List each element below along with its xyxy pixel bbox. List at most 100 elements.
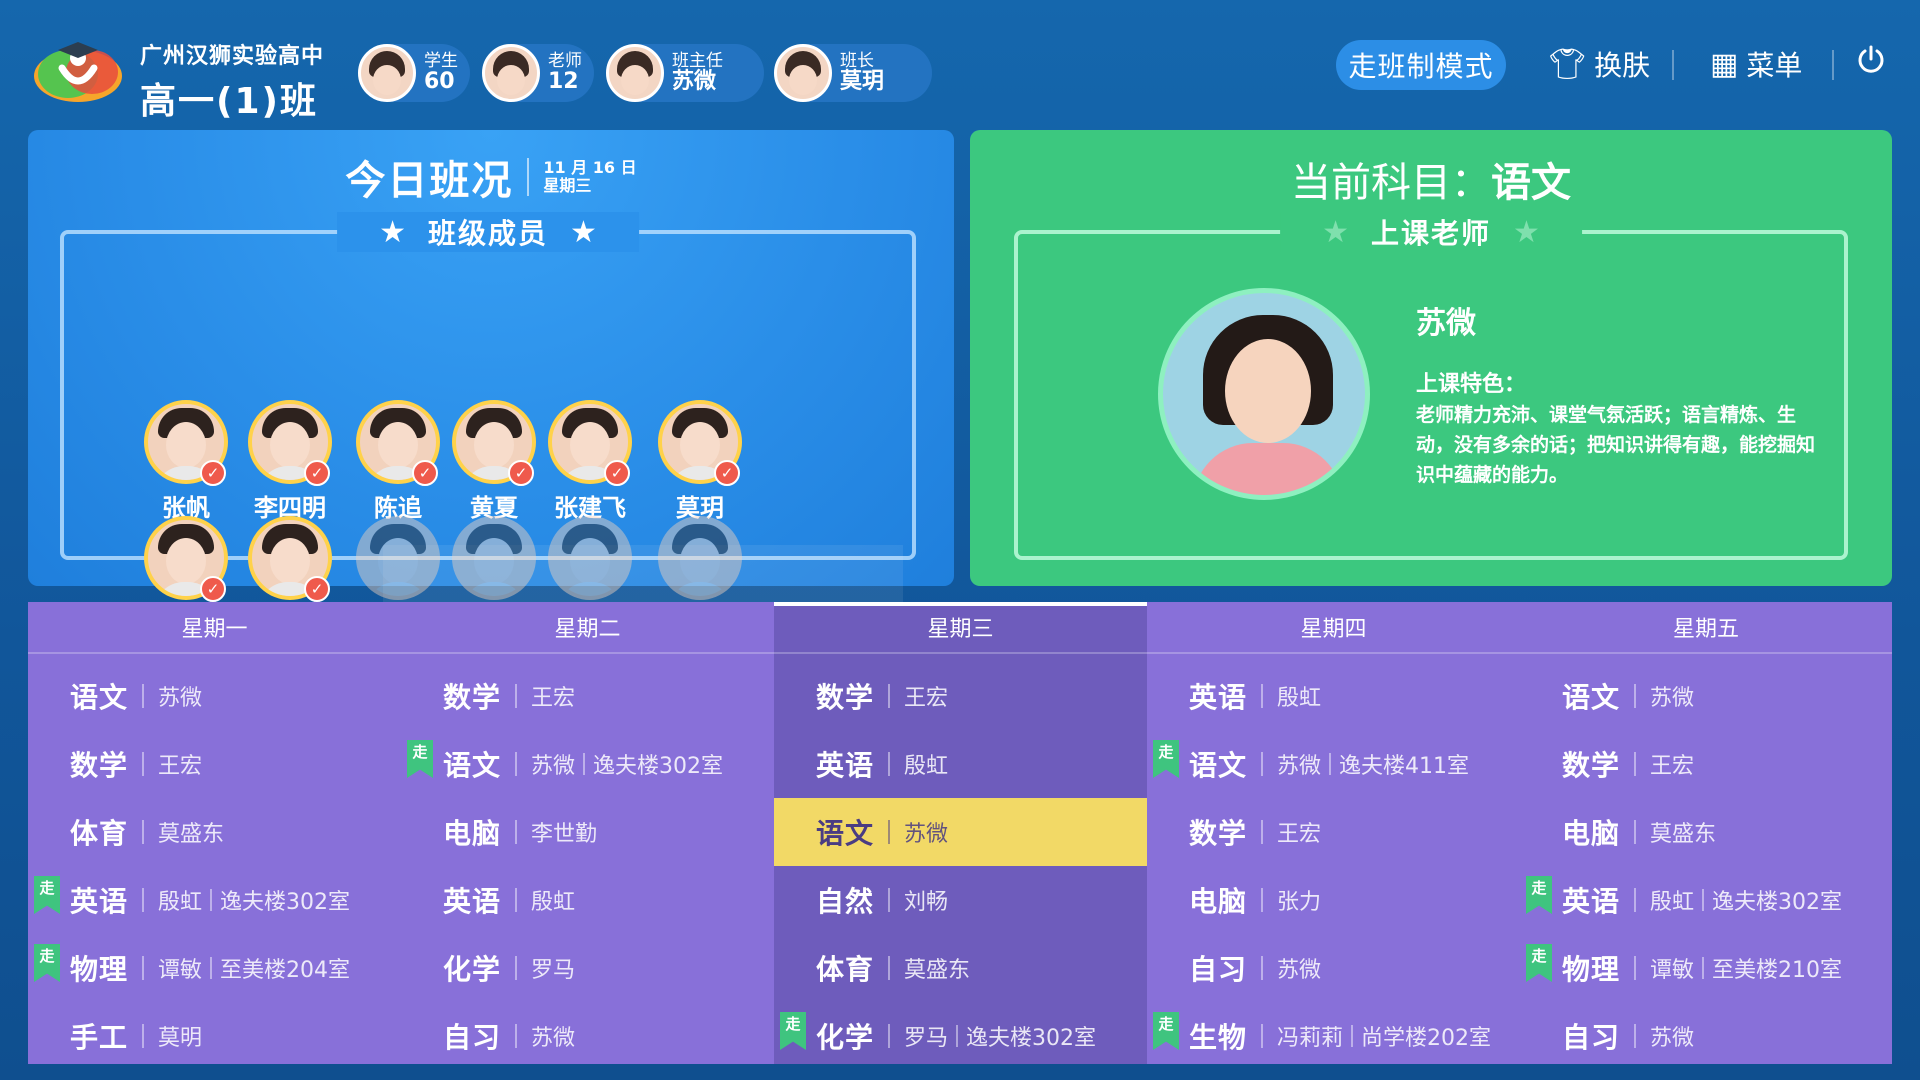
header-divider (1672, 50, 1674, 80)
lesson-subject: 手工 (70, 1021, 129, 1054)
student-count-pill[interactable]: 学生 60 (358, 44, 470, 102)
lesson-row[interactable]: 走物理 谭敏 至美楼204室 (28, 934, 401, 1002)
lesson-subject: 数学 (70, 749, 129, 782)
walk-badge: 走 (780, 1012, 806, 1050)
lesson-subject: 电脑 (443, 817, 502, 850)
lesson-row[interactable]: 走生物 冯莉莉 尚学楼202室 (1147, 1002, 1520, 1070)
head-teacher-pill[interactable]: 班主任 苏微 (606, 44, 764, 102)
current-subject-name: 语文 (1491, 160, 1571, 206)
divider (1702, 957, 1705, 979)
lesson-row[interactable]: 自习 苏微 (1147, 934, 1520, 1002)
walk-badge: 走 (1526, 876, 1552, 914)
lesson-teacher: 殷虹 (158, 890, 203, 915)
member-card[interactable]: ✓ 李四明 (240, 400, 340, 523)
member-avatar (658, 516, 742, 600)
lesson-row[interactable]: 体育 莫盛东 (28, 798, 401, 866)
today-date: 11 月 16 日 (543, 157, 637, 177)
day-header[interactable]: 星期二 (401, 602, 774, 654)
day-column: 星期五语文 苏微数学 王宏电脑 莫盛东走英语 殷虹 逸夫楼302室走物理 谭敏 至美楼210室… (1520, 602, 1892, 1064)
skin-button[interactable]: 👕︎ 换肤 (1548, 44, 1650, 84)
lesson-row[interactable]: 走化学 罗马 逸夫楼302室 (774, 1002, 1147, 1070)
member-card[interactable]: ✓ 陈追 (348, 400, 448, 523)
divider (515, 820, 518, 844)
lesson-row[interactable]: 语文 苏微 (28, 662, 401, 730)
monitor-pill[interactable]: 班长 莫玥 (774, 44, 932, 102)
lesson-row[interactable]: 数学 王宏 (28, 730, 401, 798)
lesson-teacher: 苏微 (1277, 754, 1322, 779)
lesson-row[interactable]: 走语文 苏微 逸夫楼411室 (1147, 730, 1520, 798)
lesson-row[interactable]: 电脑 张力 (1147, 866, 1520, 934)
lesson-teacher: 王宏 (158, 754, 203, 779)
lesson-subject: 自习 (443, 1021, 502, 1054)
divider (1634, 1024, 1637, 1048)
lesson-subject: 物理 (70, 953, 129, 986)
lesson-teacher: 莫明 (158, 1026, 203, 1051)
lesson-subject: 英语 (443, 885, 502, 918)
lesson-row[interactable]: 数学 王宏 (1520, 730, 1893, 798)
lesson-subject: 数学 (1562, 749, 1621, 782)
lesson-row[interactable]: 自习 苏微 (401, 1002, 774, 1070)
top-bar: 广州汉狮实验高中 高一(1)班 学生 60 老师 12 班主任 苏微 班长 莫玥… (0, 0, 1920, 130)
divider (1261, 888, 1264, 912)
member-card[interactable]: ✓ 莫玥 (650, 400, 750, 523)
lesson-row[interactable]: 自习 苏微 (1520, 1002, 1893, 1070)
divider (142, 956, 145, 980)
lesson-room: 至美楼204室 (220, 958, 351, 983)
check-icon: ✓ (412, 460, 438, 486)
divider (1634, 820, 1637, 844)
lesson-subject: 英语 (70, 885, 129, 918)
lesson-room: 逸夫楼302室 (220, 890, 351, 915)
day-header[interactable]: 星期三 (774, 602, 1147, 654)
lesson-row[interactable]: 英语 殷虹 (1147, 662, 1520, 730)
walk-badge: 走 (34, 876, 60, 914)
shift-mode-button[interactable]: 走班制模式 (1336, 40, 1506, 90)
lesson-row[interactable]: 电脑 莫盛东 (1520, 798, 1893, 866)
skin-label: 换肤 (1594, 49, 1651, 82)
divider (1261, 820, 1264, 844)
school-logo (34, 42, 122, 102)
lesson-row[interactable]: 英语 殷虹 (774, 730, 1147, 798)
lesson-teacher: 谭敏 (158, 958, 203, 983)
menu-button[interactable]: ▦ 菜单 (1710, 44, 1802, 84)
check-icon: ✓ (200, 460, 226, 486)
current-subject-prefix: 当前科目： (1291, 160, 1491, 206)
teacher-count-pill[interactable]: 老师 12 (482, 44, 594, 102)
lesson-row[interactable]: 数学 王宏 (1147, 798, 1520, 866)
lesson-row[interactable]: 手工 莫明 (28, 1002, 401, 1070)
lesson-row[interactable]: 走英语 殷虹 逸夫楼302室 (28, 866, 401, 934)
day-header[interactable]: 星期一 (28, 602, 401, 654)
divider (956, 1025, 959, 1047)
lesson-row[interactable]: 语文 苏微 (1520, 662, 1893, 730)
teacher-name: 苏微 (1416, 306, 1476, 341)
member-card[interactable]: ✓ 黄夏 (444, 400, 544, 523)
weekly-schedule: 星期一 语文 苏微 数学 王宏 体育 莫盛东走英语 殷虹 逸夫楼302室走物理 谭敏 至美楼204室… (28, 602, 1892, 1064)
lesson-teacher: 王宏 (1650, 754, 1695, 779)
lesson-row[interactable]: 走英语 殷虹 逸夫楼302室 (1520, 866, 1893, 934)
lesson-row[interactable]: 数学 王宏 (774, 662, 1147, 730)
lesson-row[interactable]: 走物理 谭敏 至美楼210室 (1520, 934, 1893, 1002)
lesson-teacher: 苏微 (531, 754, 576, 779)
class-name: 高一(1)班 (140, 81, 318, 122)
lesson-row[interactable]: 英语 殷虹 (401, 866, 774, 934)
day-header[interactable]: 星期五 (1520, 602, 1892, 654)
school-info: 广州汉狮实验高中 高一(1)班 (140, 38, 324, 124)
lesson-room: 逸夫楼302室 (966, 1026, 1097, 1051)
date-block: 11 月 16 日 星期三 (543, 157, 637, 196)
member-card[interactable]: ✓ 张帆 (136, 400, 236, 523)
lesson-row[interactable]: 体育 莫盛东 (774, 934, 1147, 1002)
lesson-row[interactable]: 自然 刘畅 (774, 866, 1147, 934)
lesson-subject: 语文 (70, 681, 129, 714)
lesson-row[interactable]: 电脑 李世勤 (401, 798, 774, 866)
school-name: 广州汉狮实验高中 (140, 44, 325, 69)
member-card[interactable]: ✓ 张建飞 (540, 400, 640, 523)
lesson-row[interactable]: 数学 王宏 (401, 662, 774, 730)
day-header[interactable]: 星期四 (1147, 602, 1520, 654)
lesson-row[interactable]: 走语文 苏微 逸夫楼302室 (401, 730, 774, 798)
lesson-subject: 语文 (443, 749, 502, 782)
power-button[interactable] (1856, 44, 1886, 74)
lesson-row[interactable]: 化学 罗马 (401, 934, 774, 1002)
divider (515, 1024, 518, 1048)
day-column: 星期一 语文 苏微 数学 王宏 体育 莫盛东走英语 殷虹 逸夫楼302室走物理 谭敏 至美楼204室… (28, 602, 401, 1064)
lesson-row[interactable]: 语文 苏微 (774, 798, 1147, 866)
lesson-teacher: 张力 (1277, 890, 1322, 915)
